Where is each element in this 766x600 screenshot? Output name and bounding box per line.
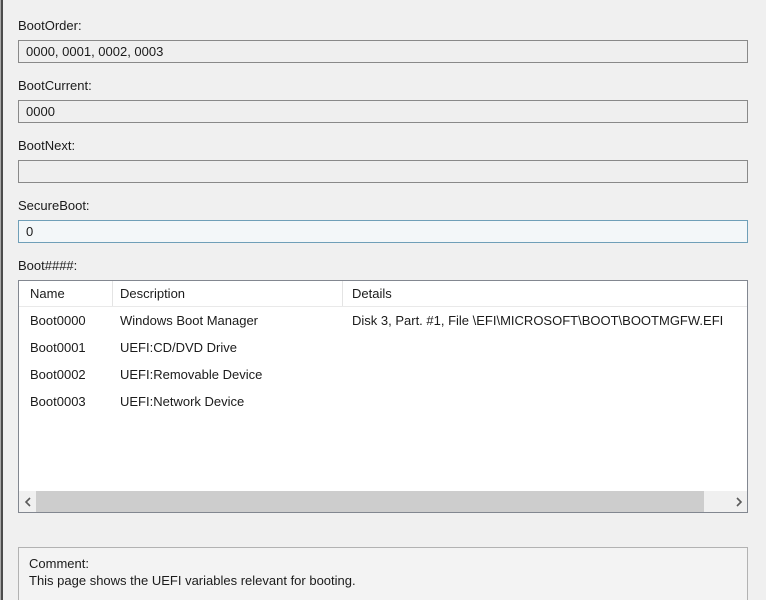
bootnext-input[interactable] (18, 160, 748, 183)
chevron-left-icon (24, 496, 31, 507)
list-item-boot0003[interactable]: Boot0003 UEFI:Network Device (19, 388, 747, 415)
scrollbar-track[interactable] (704, 491, 730, 512)
panel-splitter[interactable] (0, 0, 3, 600)
list-header: Name Description Details (19, 281, 747, 307)
cell-name: Boot0000 (30, 313, 86, 328)
chevron-right-icon (735, 496, 742, 507)
cell-description: Windows Boot Manager (120, 313, 259, 328)
cell-name: Boot0001 (30, 340, 86, 355)
comment-text: This page shows the UEFI variables relev… (29, 573, 356, 588)
bootnext-label: BootNext: (18, 138, 76, 153)
list-item-boot0000[interactable]: Boot0000 Windows Boot Manager Disk 3, Pa… (19, 307, 747, 334)
bootorder-label: BootOrder: (18, 18, 82, 33)
secureboot-input[interactable] (18, 220, 748, 243)
bootcurrent-input[interactable] (18, 100, 748, 123)
scroll-left-button[interactable] (19, 491, 36, 512)
page-content: BootOrder: BootCurrent: BootNext: Secure… (18, 0, 748, 600)
cell-description: UEFI:CD/DVD Drive (120, 340, 238, 355)
horizontal-scrollbar[interactable] (19, 491, 747, 512)
cell-name: Boot0003 (30, 394, 86, 409)
cell-name: Boot0002 (30, 367, 86, 382)
scrollbar-thumb[interactable] (36, 491, 704, 512)
list-empty-area (19, 415, 747, 491)
cell-description: UEFI:Network Device (120, 394, 245, 409)
comment-label: Comment: (29, 556, 89, 571)
field-bootorder: BootOrder: (18, 18, 748, 63)
list-item-boot0002[interactable]: Boot0002 UEFI:Removable Device (19, 361, 747, 388)
list-item-boot0001[interactable]: Boot0001 UEFI:CD/DVD Drive (19, 334, 747, 361)
secureboot-label: SecureBoot: (18, 198, 90, 213)
boot-entries-label: Boot####: (18, 258, 78, 273)
boot-entries-list: Name Description Details Boot0000 Window… (18, 280, 748, 513)
field-bootcurrent: BootCurrent: (18, 78, 748, 123)
bootcurrent-label: BootCurrent: (18, 78, 92, 93)
cell-description: UEFI:Removable Device (120, 367, 263, 382)
bootorder-input[interactable] (18, 40, 748, 63)
field-secureboot: SecureBoot: (18, 198, 748, 243)
field-boot-entries: Boot####: Name Description Details Boot0… (18, 258, 748, 513)
column-header-name[interactable]: Name (19, 281, 112, 306)
comment-panel: Comment: This page shows the UEFI variab… (18, 547, 748, 600)
field-bootnext: BootNext: (18, 138, 748, 183)
uefi-variables-page: BootOrder: BootCurrent: BootNext: Secure… (0, 0, 766, 600)
cell-details: Disk 3, Part. #1, File \EFI\MICROSOFT\BO… (352, 313, 724, 328)
column-header-description[interactable]: Description (112, 281, 342, 306)
column-header-details[interactable]: Details (342, 281, 747, 306)
scroll-right-button[interactable] (730, 491, 747, 512)
